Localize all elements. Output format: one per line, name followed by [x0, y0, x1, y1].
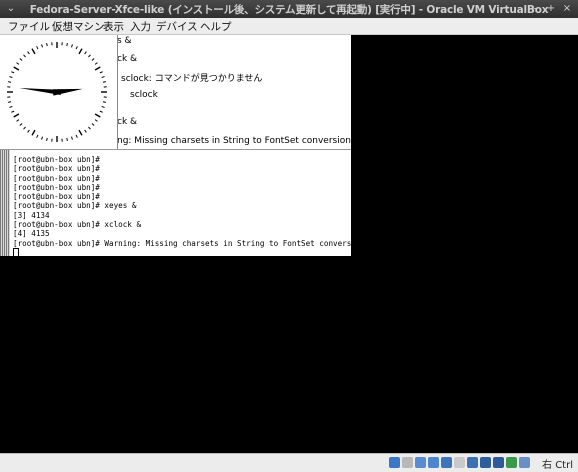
terminal-line: ng: Missing charsets in String to FontSe… — [117, 136, 351, 146]
host-key-label: 右 Ctrl — [542, 456, 573, 471]
terminal-line: [root@ubn-box ubn]# xeyes & — [13, 201, 365, 210]
clock-tick — [42, 44, 43, 47]
clock-tick — [102, 77, 105, 78]
menu-help[interactable]: ヘルプ — [200, 19, 232, 34]
menu-view[interactable]: 表示 — [103, 19, 124, 34]
clock-tick — [24, 127, 26, 129]
terminal-line: [root@ubn-box ubn]# — [13, 155, 365, 164]
terminal-line: sclock: コマンドが見つかりません — [121, 71, 262, 84]
terminal-line: [root@ubn-box ubn]# — [13, 164, 365, 173]
clock-tick — [28, 52, 30, 54]
terminal-output: [root@ubn-box ubn]# [root@ubn-box ubn]# … — [13, 155, 365, 257]
clock-tick — [79, 49, 82, 54]
menu-machine[interactable]: 仮想マシン — [52, 19, 105, 34]
clock-tick — [88, 55, 90, 57]
clock-tick — [72, 137, 73, 140]
mouse-integration-icon[interactable] — [506, 457, 517, 468]
recording-icon[interactable] — [493, 457, 504, 468]
network-icon[interactable] — [428, 457, 439, 468]
clock-tick — [103, 82, 106, 83]
clock-tick — [32, 130, 35, 135]
clock-tick — [32, 49, 35, 54]
clock-minute-hand — [19, 88, 61, 95]
close-button[interactable]: × — [560, 2, 574, 16]
terminal-line: [root@ubn-box ubn]# — [13, 174, 365, 183]
terminal-line: [root@ubn-box ubn]# — [13, 183, 365, 192]
clock-tick — [14, 114, 19, 117]
clock-tick — [76, 135, 77, 138]
menubar: ファイル 仮想マシン 表示 入力 デバイス ヘルプ — [0, 18, 578, 35]
audio-icon[interactable] — [415, 457, 426, 468]
usb-icon[interactable] — [441, 457, 452, 468]
statusbar: 右 Ctrl — [0, 453, 578, 472]
clock-tick — [88, 127, 90, 129]
terminal-scrollbar[interactable] — [0, 150, 10, 256]
clock-tick — [95, 114, 100, 117]
clock-tick — [9, 77, 12, 78]
terminal-window-back[interactable]: s & ck & sclock: コマンドが見つかりません sclock ck … — [117, 35, 351, 149]
clock-tick — [47, 138, 48, 141]
xclock-window[interactable] — [0, 35, 118, 150]
clock-tick — [95, 120, 97, 122]
clock-tick — [103, 102, 106, 103]
menu-devices[interactable]: デバイス — [156, 19, 198, 34]
minimize-button[interactable]: – — [528, 2, 542, 16]
terminal-line: ck & — [117, 117, 137, 127]
clock-tick — [28, 130, 30, 132]
terminal-line: sclock — [130, 90, 158, 100]
menu-input[interactable]: 入力 — [130, 19, 151, 34]
terminal-line: [root@ubn-box ubn]# — [13, 192, 365, 201]
shared-folders-icon[interactable] — [454, 457, 465, 468]
clock-tick — [72, 44, 73, 47]
maximize-button[interactable]: + — [544, 2, 558, 16]
terminal-line: s & — [117, 36, 132, 46]
clock-tick — [17, 63, 19, 65]
clock-tick — [11, 72, 14, 73]
window-title: Fedora-Server-Xfce-like (インストール後、システム更新し… — [0, 2, 578, 17]
hard-disk-icon[interactable] — [389, 457, 400, 468]
clock-tick — [95, 63, 97, 65]
clock-tick — [85, 130, 87, 132]
video-capture-icon[interactable] — [480, 457, 491, 468]
clock-tick — [92, 123, 94, 125]
display-icon[interactable] — [467, 457, 478, 468]
clock-tick — [24, 55, 26, 57]
optical-drive-icon[interactable] — [402, 457, 413, 468]
clock-tick — [47, 43, 48, 46]
clock-tick — [8, 82, 11, 83]
terminal-line: ck & — [117, 54, 137, 64]
clock-tick — [79, 130, 82, 135]
terminal-line: [root@ubn-box ubn]# Warning: Missing cha… — [13, 239, 365, 248]
cpu-icon[interactable] — [519, 457, 530, 468]
clock-tick — [20, 123, 22, 125]
clock-tick — [67, 43, 68, 46]
clock-tick — [67, 138, 68, 141]
clock-tick — [37, 46, 38, 49]
text-cursor — [13, 248, 19, 258]
window-titlebar: ⌄ Fedora-Server-Xfce-like (インストール後、システム更… — [0, 0, 578, 18]
clock-tick — [37, 135, 38, 138]
clock-tick — [85, 52, 87, 54]
clock-tick — [11, 111, 14, 112]
clock-tick — [9, 107, 12, 108]
menu-file[interactable]: ファイル — [8, 19, 50, 34]
terminal-line: [4] 4135 — [13, 229, 365, 238]
terminal-line: [3] 4134 — [13, 211, 365, 220]
clock-tick — [102, 107, 105, 108]
clock-tick — [100, 111, 103, 112]
clock-tick — [95, 67, 100, 70]
clock-tick — [17, 120, 19, 122]
clock-tick — [100, 72, 103, 73]
clock-tick — [20, 59, 22, 61]
clock-face — [0, 35, 117, 149]
clock-tick — [76, 46, 77, 49]
clock-tick — [42, 137, 43, 140]
terminal-window-front[interactable]: [root@ubn-box ubn]# [root@ubn-box ubn]# … — [0, 149, 351, 256]
clock-tick — [8, 102, 11, 103]
clock-tick — [92, 59, 94, 61]
terminal-prompt-line — [13, 248, 365, 257]
terminal-line: [root@ubn-box ubn]# xclock & — [13, 220, 365, 229]
clock-tick — [14, 67, 19, 70]
